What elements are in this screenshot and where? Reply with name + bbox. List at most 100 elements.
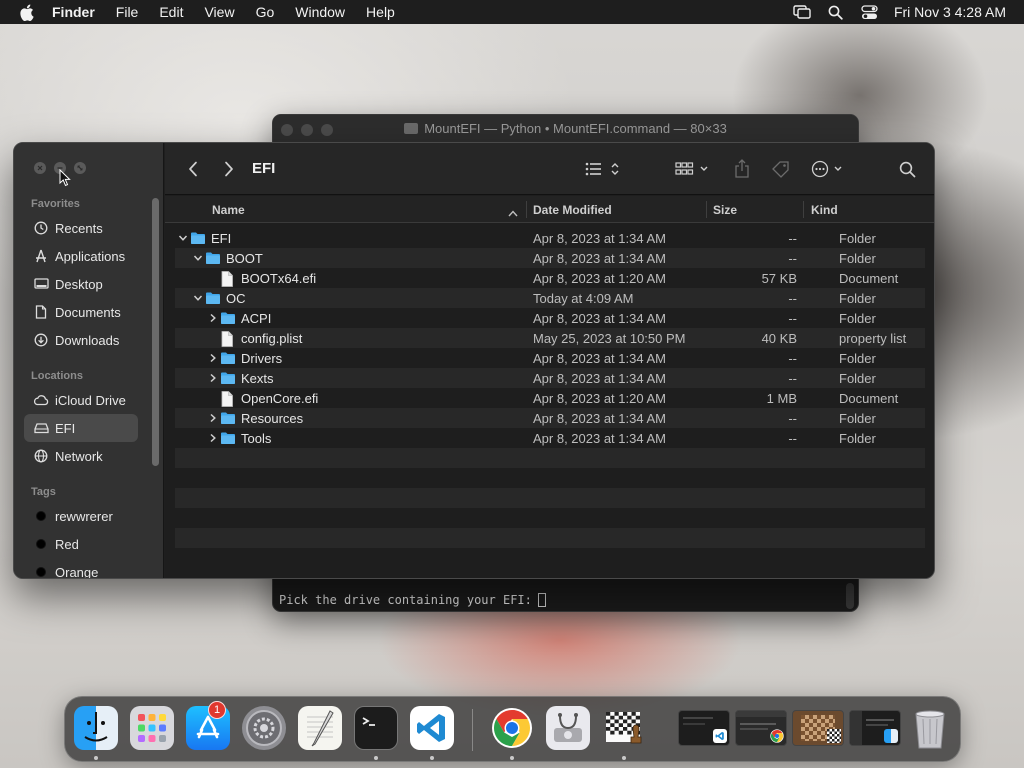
table-row[interactable]: Tools Apr 8, 2023 at 1:34 AM -- Folder <box>175 428 925 448</box>
dock-textedit[interactable] <box>298 706 342 750</box>
table-row[interactable]: BOOT Apr 8, 2023 at 1:34 AM -- Folder <box>175 248 925 268</box>
terminal-titlebar[interactable]: MountEFI — Python • MountEFI.command — 8… <box>273 115 858 143</box>
menubar-clock[interactable]: Fri Nov 3 4:28 AM <box>894 4 1006 20</box>
sidebar-item-icloud-drive[interactable]: iCloud Drive <box>24 386 138 414</box>
menu-view[interactable]: View <box>204 4 234 20</box>
table-row[interactable]: Kexts Apr 8, 2023 at 1:34 AM -- Folder <box>175 368 925 388</box>
zoom-button[interactable] <box>74 162 86 174</box>
dock-finder[interactable] <box>74 706 118 750</box>
system-settings-icon <box>246 710 282 746</box>
dock-vscode[interactable] <box>410 706 454 750</box>
dock-minimized-window-chess[interactable] <box>792 710 844 746</box>
chevron-right-icon[interactable] <box>208 372 218 384</box>
dock-system-settings[interactable] <box>242 706 286 750</box>
column-kind[interactable]: Kind <box>811 203 838 217</box>
terminal-scrollbar[interactable] <box>846 583 854 609</box>
chevron-down-icon[interactable] <box>193 252 203 264</box>
sidebar-item-efi[interactable]: EFI <box>24 414 138 442</box>
tag-button[interactable] <box>770 158 792 180</box>
column-divider[interactable] <box>526 201 527 218</box>
apple-menu-icon[interactable] <box>17 3 35 21</box>
sidebar-item-desktop[interactable]: Desktop <box>24 270 138 298</box>
table-row[interactable]: BOOTx64.efi Apr 8, 2023 at 1:20 AM 57 KB Do… <box>175 268 925 288</box>
sidebar-item-network[interactable]: Network <box>24 442 138 470</box>
column-date-modified[interactable]: Date Modified <box>533 203 612 217</box>
sidebar-scrollbar[interactable] <box>152 198 159 466</box>
column-divider[interactable] <box>706 201 707 218</box>
finder-icon <box>884 729 898 743</box>
control-center-icon[interactable] <box>860 4 880 20</box>
dock-chess[interactable] <box>602 706 646 750</box>
dock-minimized-window-finder[interactable] <box>849 710 901 746</box>
forward-button[interactable] <box>221 158 237 180</box>
dock-terminal[interactable] <box>354 706 398 750</box>
terminal-close-button[interactable] <box>281 124 293 136</box>
close-button[interactable] <box>34 162 46 174</box>
menu-file[interactable]: File <box>116 4 139 20</box>
sidebar-item-label: rewwrerer <box>55 508 113 524</box>
table-row[interactable]: EFI Apr 8, 2023 at 1:34 AM -- Folder <box>175 228 925 248</box>
table-row[interactable]: OpenCore.efi Apr 8, 2023 at 1:20 AM 1 MB Do… <box>175 388 925 408</box>
sidebar-item-recents[interactable]: Recents <box>24 214 138 242</box>
empty-row <box>175 448 925 468</box>
file-size: -- <box>788 231 797 246</box>
menu-go[interactable]: Go <box>256 4 275 20</box>
group-by-button[interactable] <box>675 158 713 180</box>
chevron-right-icon[interactable] <box>208 352 218 364</box>
chevron-down-icon[interactable] <box>178 232 188 244</box>
menu-app-finder[interactable]: Finder <box>52 4 95 20</box>
sidebar-tag-orange[interactable]: Orange <box>24 558 138 578</box>
menu-window[interactable]: Window <box>295 4 345 20</box>
terminal-cursor[interactable] <box>537 593 546 607</box>
sort-ascending-icon[interactable] <box>508 206 518 220</box>
folder-icon <box>220 351 236 365</box>
sidebar-item-label: Downloads <box>55 332 120 348</box>
dock-disk-utility[interactable] <box>546 706 590 750</box>
search-button[interactable] <box>898 158 916 180</box>
dock-trash[interactable] <box>908 706 952 750</box>
chevron-down-icon[interactable] <box>193 292 203 304</box>
chevron-right-icon[interactable] <box>208 432 218 444</box>
menu-edit[interactable]: Edit <box>159 4 183 20</box>
dock-chrome[interactable] <box>490 706 534 750</box>
date-modified: Apr 8, 2023 at 1:34 AM <box>533 411 666 426</box>
column-size[interactable]: Size <box>713 203 737 217</box>
sidebar-item-downloads[interactable]: Downloads <box>24 326 138 354</box>
menu-help[interactable]: Help <box>366 4 395 20</box>
file-name: OpenCore.efi <box>241 391 319 406</box>
globe-icon <box>33 448 49 464</box>
table-row[interactable]: Resources Apr 8, 2023 at 1:34 AM -- Folder <box>175 408 925 428</box>
table-row[interactable]: Drivers Apr 8, 2023 at 1:34 AM -- Folder <box>175 348 925 368</box>
table-row[interactable]: OC Today at 4:09 AM -- Folder <box>175 288 925 308</box>
sidebar-item-applications[interactable]: Applications <box>24 242 138 270</box>
sidebar-tag-red[interactable]: Red <box>24 530 138 558</box>
date-modified: Apr 8, 2023 at 1:20 AM <box>533 391 666 406</box>
back-button[interactable] <box>185 158 201 180</box>
chevron-right-icon[interactable] <box>208 412 218 424</box>
empty-row <box>175 468 925 488</box>
column-divider[interactable] <box>803 201 804 218</box>
sidebar-item-label: EFI <box>55 420 76 436</box>
terminal-minimize-button[interactable] <box>301 124 313 136</box>
view-mode-list-button[interactable] <box>585 158 623 180</box>
more-actions-button[interactable] <box>811 158 847 180</box>
dock-launchpad[interactable] <box>130 706 174 750</box>
terminal-zoom-button[interactable] <box>321 124 333 136</box>
trash-icon <box>915 710 945 749</box>
file-name: Resources <box>241 411 304 426</box>
sidebar-section-locations: Locations <box>31 370 83 382</box>
share-button[interactable] <box>733 158 751 180</box>
sidebar-item-documents[interactable]: Documents <box>24 298 138 326</box>
finder-window[interactable]: Favorites Recents Applications Desktop D… <box>13 142 935 579</box>
drive-icon <box>33 420 49 436</box>
dock-minimized-window-chrome[interactable] <box>735 710 787 746</box>
dock-minimized-window-vscode[interactable] <box>678 710 730 746</box>
chevron-right-icon[interactable] <box>208 312 218 324</box>
column-name[interactable]: Name <box>212 203 245 217</box>
table-row[interactable]: config.plist May 25, 2023 at 10:50 PM 40 K… <box>175 328 925 348</box>
running-indicator <box>430 756 434 760</box>
screen-mirroring-icon[interactable] <box>792 4 812 20</box>
spotlight-search-icon[interactable] <box>826 4 846 20</box>
sidebar-tag-rewwrerer[interactable]: rewwrerer <box>24 502 138 530</box>
table-row[interactable]: ACPI Apr 8, 2023 at 1:34 AM -- Folder <box>175 308 925 328</box>
